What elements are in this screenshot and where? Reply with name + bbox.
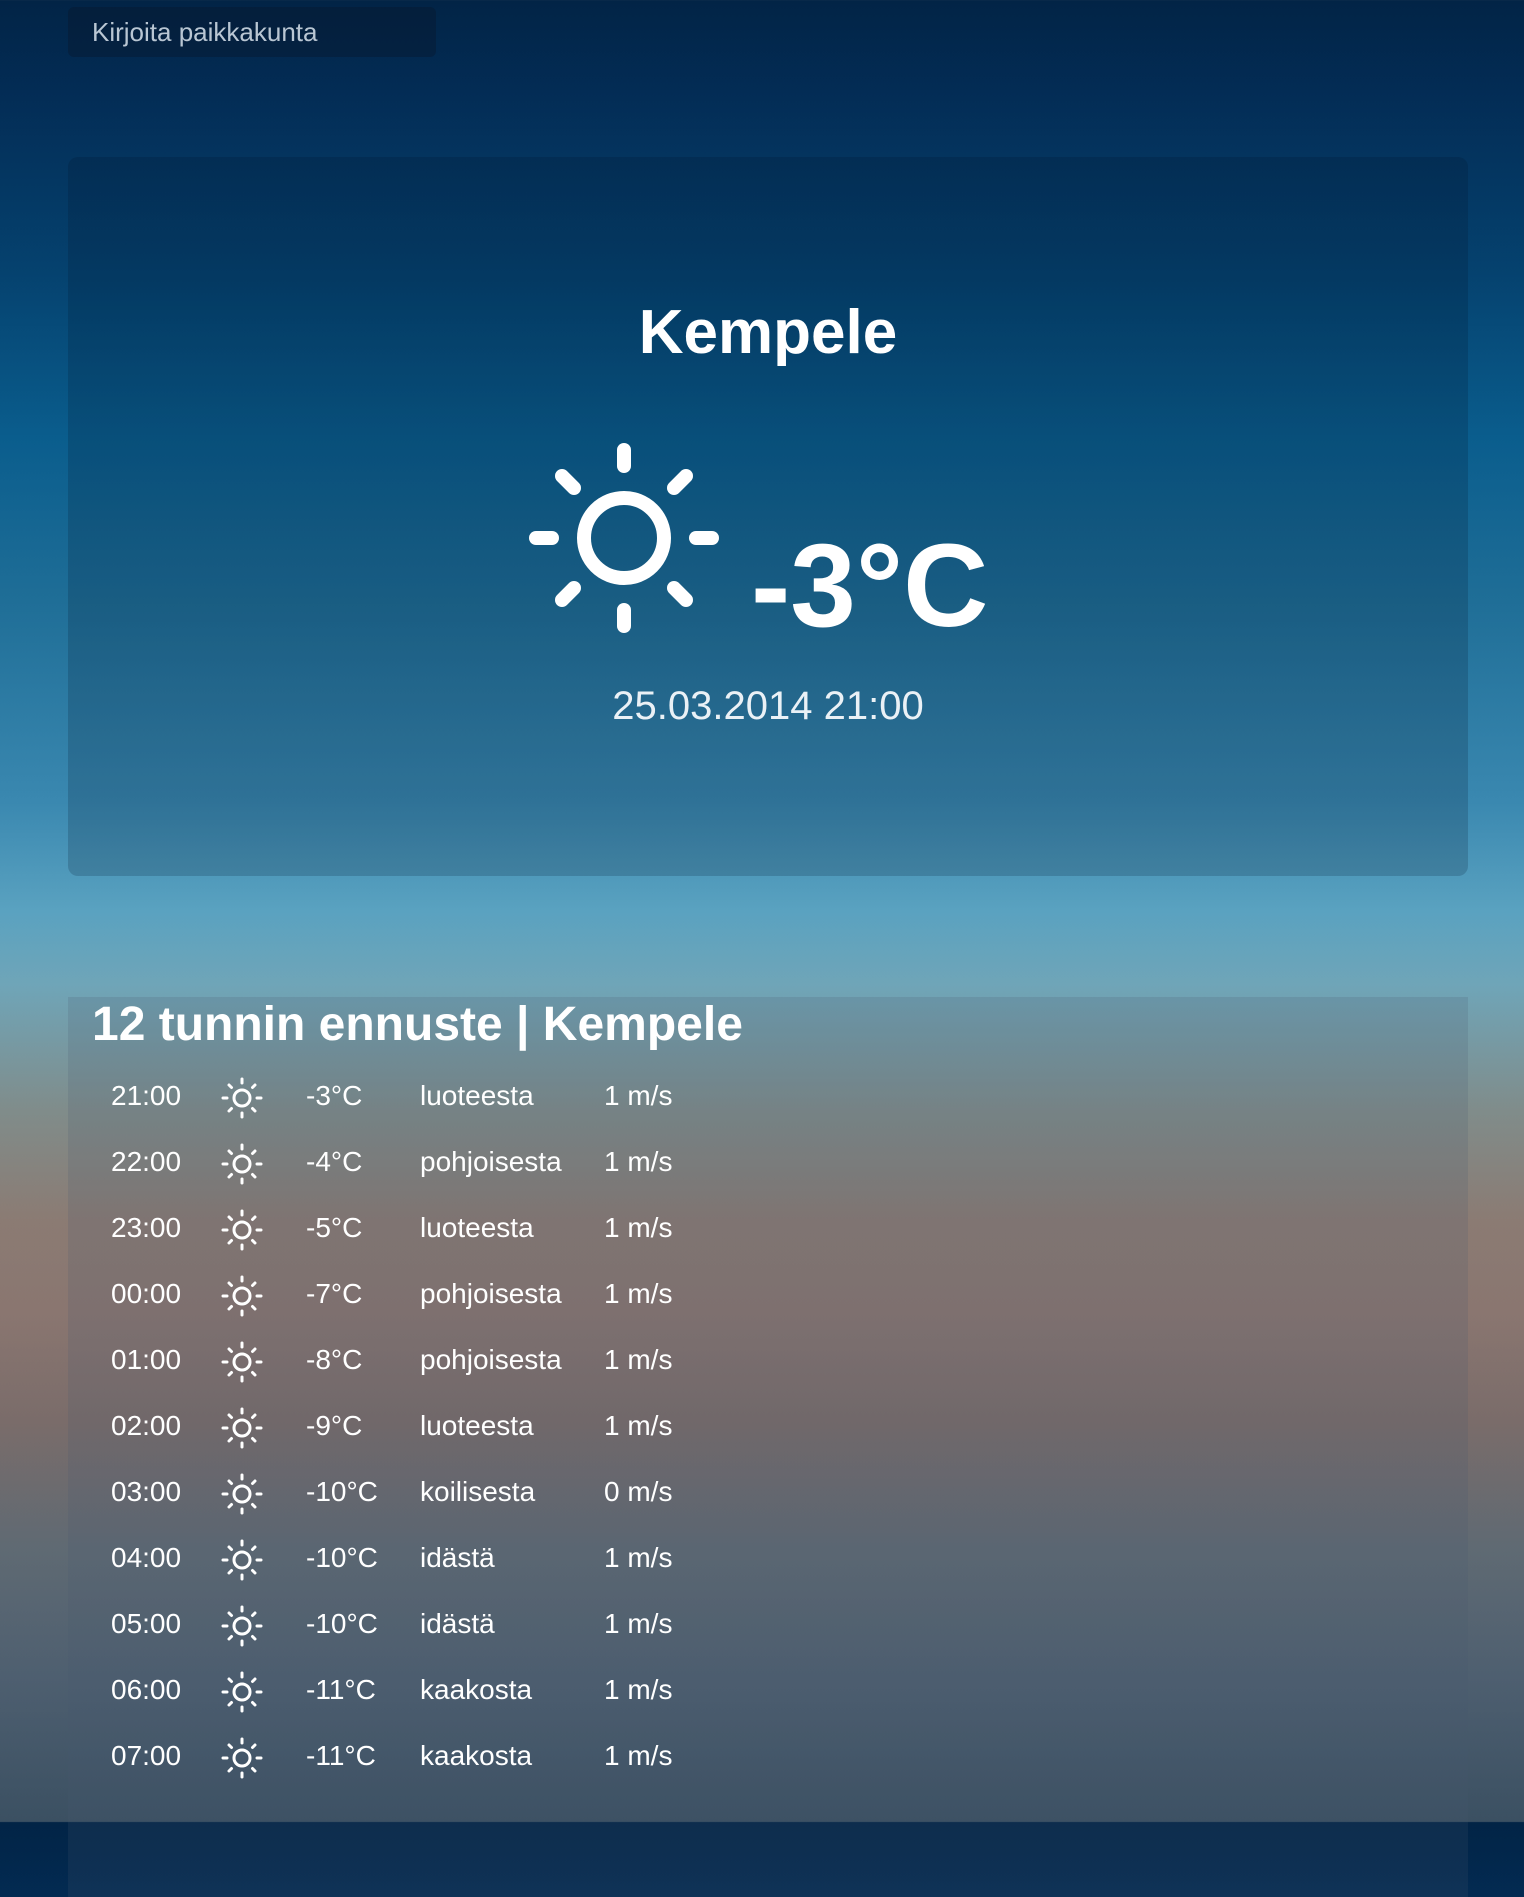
forecast-time: 05:00 — [111, 1608, 182, 1639]
forecast-row: 06:00 -11°C kaakosta 1 m/s — [68, 1657, 1468, 1723]
sun-icon — [220, 1670, 264, 1714]
sun-icon — [220, 1406, 264, 1450]
forecast-wind-speed: 0 m/s — [604, 1476, 673, 1507]
forecast-temperature: -5°C — [306, 1212, 363, 1243]
observation-datetime: 25.03.2014 21:00 — [612, 684, 924, 728]
sun-icon — [220, 1340, 264, 1384]
forecast-temperature: -10°C — [306, 1476, 378, 1507]
sun-icon — [220, 1538, 264, 1582]
forecast-row: 00:00 -7°C pohjoisesta 1 m/s — [68, 1261, 1468, 1327]
forecast-wind-direction: pohjoisesta — [420, 1344, 562, 1375]
sun-icon — [529, 443, 719, 633]
forecast-wind-direction: idästä — [420, 1608, 495, 1639]
forecast-wind-direction: luoteesta — [420, 1212, 534, 1243]
forecast-time: 07:00 — [111, 1740, 182, 1771]
forecast-time: 21:00 — [111, 1080, 182, 1111]
forecast-time: 22:00 — [111, 1146, 182, 1177]
forecast-wind-direction: koilisesta — [420, 1476, 536, 1507]
forecast-wind-speed: 1 m/s — [604, 1410, 673, 1441]
forecast-wind-speed: 1 m/s — [604, 1278, 673, 1309]
forecast-temperature: -8°C — [306, 1344, 363, 1375]
forecast-wind-speed: 1 m/s — [604, 1080, 673, 1111]
sun-icon — [220, 1736, 264, 1780]
forecast-list: 21:00 -3°C luoteesta 1 m/s 22:00 -4°C po… — [68, 1063, 1468, 1789]
sun-icon — [220, 1142, 264, 1186]
current-temperature: -3°C — [751, 520, 989, 652]
forecast-time: 23:00 — [111, 1212, 182, 1243]
hourly-forecast-panel: 12 tunnin ennuste | Kempele 21:00 -3°C l… — [68, 997, 1468, 1897]
forecast-temperature: -11°C — [306, 1740, 376, 1771]
city-name: Kempele — [638, 298, 898, 367]
forecast-row: 03:00 -10°C koilisesta 0 m/s — [68, 1459, 1468, 1525]
sun-icon — [220, 1472, 264, 1516]
forecast-temperature: -7°C — [306, 1278, 363, 1309]
sun-icon — [220, 1076, 264, 1120]
forecast-wind-direction: luoteesta — [420, 1410, 534, 1441]
forecast-row: 01:00 -8°C pohjoisesta 1 m/s — [68, 1327, 1468, 1393]
forecast-time: 04:00 — [111, 1542, 182, 1573]
forecast-row: 21:00 -3°C luoteesta 1 m/s — [68, 1063, 1468, 1129]
forecast-temperature: -10°C — [306, 1608, 378, 1639]
forecast-wind-direction: kaakosta — [420, 1674, 533, 1705]
sun-icon — [220, 1208, 264, 1252]
forecast-row: 04:00 -10°C idästä 1 m/s — [68, 1525, 1468, 1591]
forecast-wind-speed: 1 m/s — [604, 1212, 673, 1243]
sun-icon — [220, 1604, 264, 1648]
forecast-wind-speed: 1 m/s — [604, 1146, 673, 1177]
forecast-time: 00:00 — [111, 1278, 182, 1309]
forecast-wind-speed: 1 m/s — [604, 1542, 673, 1573]
forecast-wind-speed: 1 m/s — [604, 1608, 673, 1639]
forecast-temperature: -11°C — [306, 1674, 376, 1705]
forecast-wind-speed: 1 m/s — [604, 1674, 673, 1705]
forecast-row: 07:00 -11°C kaakosta 1 m/s — [68, 1723, 1468, 1789]
forecast-temperature: -4°C — [306, 1146, 363, 1177]
forecast-wind-direction: kaakosta — [420, 1740, 533, 1771]
forecast-wind-direction: pohjoisesta — [420, 1146, 562, 1177]
forecast-temperature: -9°C — [306, 1410, 363, 1441]
forecast-wind-direction: pohjoisesta — [420, 1278, 562, 1309]
forecast-row: 23:00 -5°C luoteesta 1 m/s — [68, 1195, 1468, 1261]
forecast-row: 02:00 -9°C luoteesta 1 m/s — [68, 1393, 1468, 1459]
forecast-row: 22:00 -4°C pohjoisesta 1 m/s — [68, 1129, 1468, 1195]
forecast-temperature: -10°C — [306, 1542, 378, 1573]
forecast-temperature: -3°C — [306, 1080, 363, 1111]
forecast-time: 01:00 — [111, 1344, 182, 1375]
forecast-row: 05:00 -10°C idästä 1 m/s — [68, 1591, 1468, 1657]
forecast-time: 03:00 — [111, 1476, 182, 1507]
forecast-wind-speed: 1 m/s — [604, 1344, 673, 1375]
forecast-wind-speed: 1 m/s — [604, 1740, 673, 1771]
forecast-time: 02:00 — [111, 1410, 182, 1441]
forecast-title: 12 tunnin ennuste | Kempele — [92, 998, 743, 1051]
search-input[interactable] — [68, 7, 436, 57]
current-weather-card: Kempele -3°C 25.03.2014 21:00 — [68, 157, 1468, 876]
forecast-time: 06:00 — [111, 1674, 182, 1705]
sun-icon — [220, 1274, 264, 1318]
forecast-wind-direction: idästä — [420, 1542, 495, 1573]
forecast-wind-direction: luoteesta — [420, 1080, 534, 1111]
